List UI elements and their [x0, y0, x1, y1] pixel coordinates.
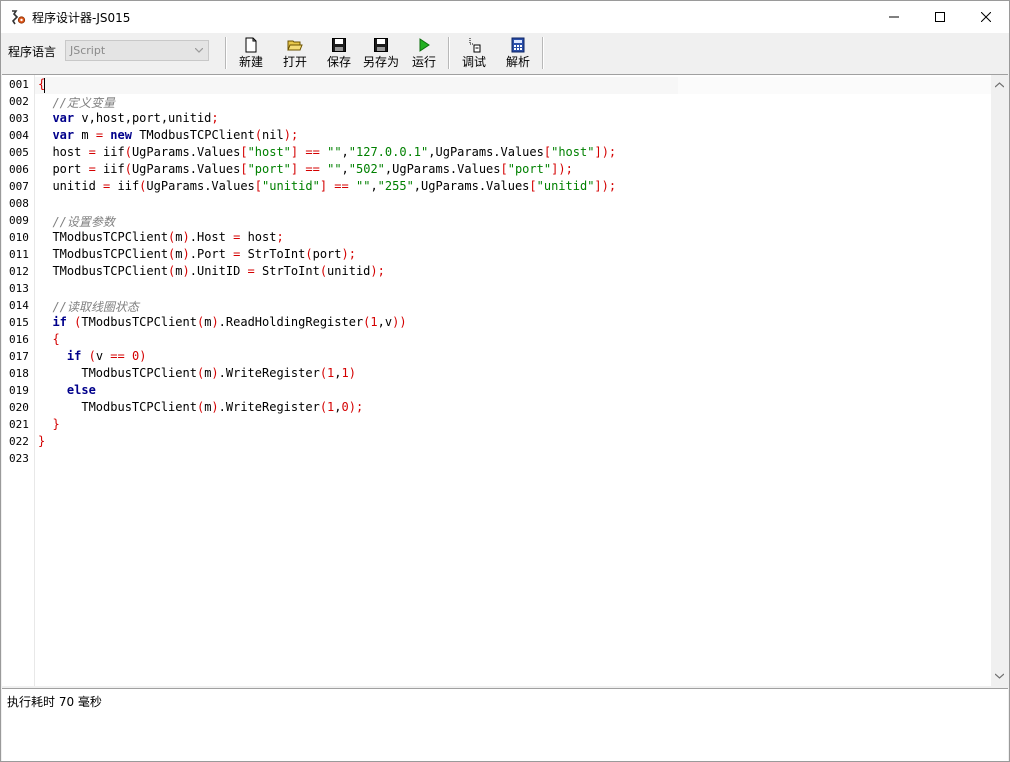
maximize-button[interactable]: [917, 1, 963, 33]
output-panel: 执行耗时 70 毫秒: [2, 688, 1008, 761]
code-line[interactable]: var v,host,port,unitid;: [38, 111, 218, 125]
toolbar-separator: [542, 37, 544, 69]
open-button[interactable]: 打开: [277, 35, 313, 71]
toolbar-separator: [225, 37, 227, 69]
code-line[interactable]: TModbusTCPClient(m).UnitID = StrToInt(un…: [38, 264, 384, 278]
code-line[interactable]: if (v == 0): [38, 349, 147, 363]
line-number: 013: [9, 282, 29, 295]
code-editor[interactable]: 001 002 003 004 005 006 007 008 009 010 011 012 013 0…: [2, 74, 1008, 686]
debug-button[interactable]: 调试: [456, 35, 492, 71]
line-number: 010: [9, 231, 29, 244]
parse-button[interactable]: 解析: [500, 35, 536, 71]
line-number: 017: [9, 350, 29, 363]
code-line[interactable]: }: [38, 417, 59, 431]
new-button[interactable]: 新建: [233, 35, 269, 71]
line-number: 019: [9, 384, 29, 397]
line-number: 015: [9, 316, 29, 329]
save-as-button[interactable]: 另存为: [361, 35, 401, 71]
designer-window: 程序设计器-JS015 程序语言 JScript 新建 打开 保存 另存为 运行…: [0, 0, 1010, 762]
new-file-icon: [245, 37, 257, 53]
code-line[interactable]: port = iif(UgParams.Values["port"] == ""…: [38, 162, 572, 176]
calculator-icon: [511, 37, 525, 53]
open-folder-icon: [287, 40, 303, 51]
close-button[interactable]: [963, 1, 1009, 33]
line-number: 004: [9, 129, 29, 142]
floppy-disk-icon: [374, 38, 388, 52]
line-number: 008: [9, 197, 29, 210]
vertical-scrollbar[interactable]: [991, 75, 1008, 686]
line-number: 006: [9, 163, 29, 176]
language-label: 程序语言: [8, 45, 57, 59]
line-number: 011: [9, 248, 29, 261]
line-number: 005: [9, 146, 29, 159]
line-number: 002: [9, 95, 29, 108]
scroll-up-icon[interactable]: [995, 82, 1004, 88]
line-number: 003: [9, 112, 29, 125]
code-line[interactable]: unitid = iif(UgParams.Values["unitid"] =…: [38, 179, 616, 193]
current-line-highlight: [35, 77, 678, 94]
toolbar: 程序语言 JScript 新建 打开 保存 另存为 运行 调试 解析: [1, 33, 1009, 73]
code-line[interactable]: if (TModbusTCPClient(m).ReadHoldingRegis…: [38, 315, 406, 329]
code-line[interactable]: TModbusTCPClient(m).WriteRegister(1,0);: [38, 400, 363, 414]
code-line[interactable]: //读取线圈状态: [38, 298, 138, 315]
line-number: 001: [9, 78, 29, 91]
line-number: 016: [9, 333, 29, 346]
line-number: 007: [9, 180, 29, 193]
line-number: 023: [9, 452, 29, 465]
code-line[interactable]: var m = new TModbusTCPClient(nil);: [38, 128, 298, 142]
line-number: 022: [9, 435, 29, 448]
line-number: 009: [9, 214, 29, 227]
title-bar[interactable]: 程序设计器-JS015: [1, 1, 1009, 33]
debug-icon: [469, 38, 481, 53]
code-line[interactable]: //定义变量: [38, 94, 114, 111]
execution-time-text: 执行耗时 70 毫秒: [7, 695, 102, 709]
maximize-icon: [935, 12, 945, 22]
floppy-disk-icon: [332, 38, 346, 52]
minimize-icon: [889, 16, 899, 18]
code-line[interactable]: else: [38, 383, 96, 397]
code-line[interactable]: host = iif(UgParams.Values["host"] == ""…: [38, 145, 616, 159]
code-line[interactable]: }: [38, 434, 45, 448]
scroll-down-icon[interactable]: [995, 673, 1004, 679]
run-button[interactable]: 运行: [406, 35, 442, 71]
chevron-down-icon: [195, 48, 203, 53]
window-title: 程序设计器-JS015: [32, 11, 131, 25]
line-number: 020: [9, 401, 29, 414]
code-line[interactable]: //设置参数: [38, 213, 114, 230]
code-line[interactable]: TModbusTCPClient(m).Port = StrToInt(port…: [38, 247, 356, 261]
code-line[interactable]: TModbusTCPClient(m).WriteRegister(1,1): [38, 366, 356, 380]
line-number: 018: [9, 367, 29, 380]
minimize-button[interactable]: [871, 1, 917, 33]
play-icon: [419, 38, 430, 52]
code-line[interactable]: TModbusTCPClient(m).Host = host;: [38, 230, 283, 244]
line-number: 021: [9, 418, 29, 431]
line-number: 014: [9, 299, 29, 312]
close-icon: [981, 12, 991, 22]
line-number: 012: [9, 265, 29, 278]
save-button[interactable]: 保存: [321, 35, 357, 71]
text-caret: [44, 78, 45, 93]
code-line[interactable]: {: [38, 332, 59, 346]
toolbar-separator: [448, 37, 450, 69]
app-gear-icon: [11, 10, 26, 25]
language-select-value: JScript: [70, 44, 106, 57]
current-line-highlight: [678, 77, 991, 94]
language-select[interactable]: JScript: [65, 40, 209, 61]
